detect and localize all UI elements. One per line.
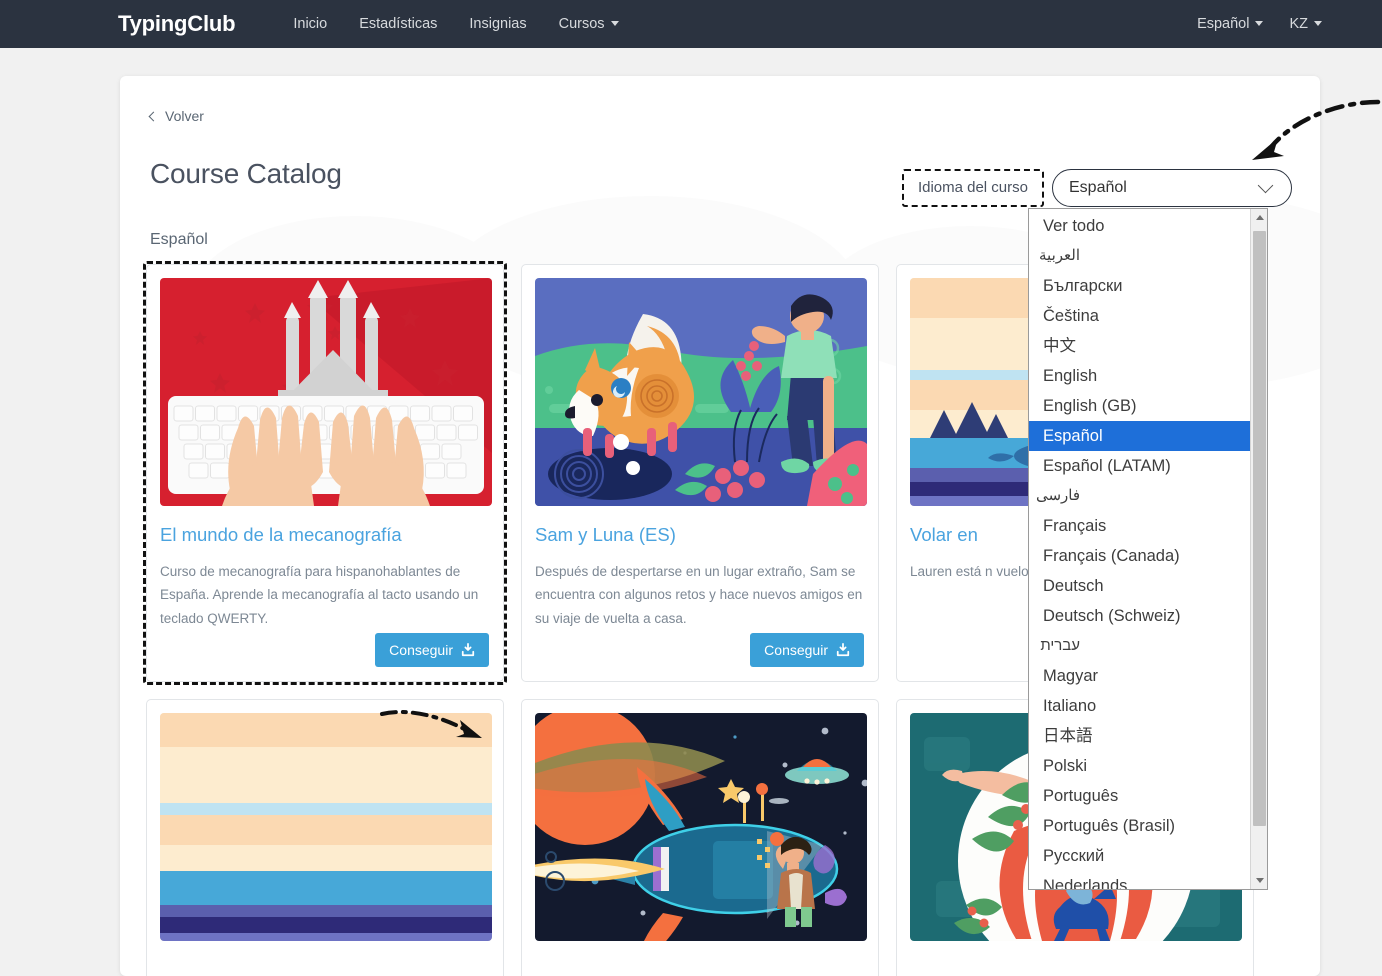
course-language-filter: Idioma del curso Español (901, 169, 1292, 207)
nav-user-menu[interactable]: KZ (1289, 16, 1322, 32)
scroll-down-arrow-icon[interactable] (1251, 872, 1267, 889)
filter-label: Idioma del curso (917, 179, 1028, 196)
course-card[interactable]: Sam y Luna (ES) Después de despertarse en… (521, 264, 879, 682)
nav-user-label: KZ (1289, 16, 1308, 32)
chevron-left-icon (148, 111, 159, 121)
language-option[interactable]: العربية (1029, 241, 1250, 271)
language-option[interactable]: English (GB) (1029, 391, 1250, 421)
course-action-row: Conseguir (750, 633, 864, 667)
language-option[interactable]: Italiano (1029, 691, 1250, 721)
section-heading: Español (150, 231, 208, 248)
language-dropdown-list[interactable]: Ver todo العربية Български Čeština 中文 English… (1028, 208, 1268, 890)
language-option[interactable]: Български (1029, 271, 1250, 301)
download-icon (461, 643, 475, 657)
triangle-down-glyph (1255, 878, 1264, 883)
language-option[interactable]: Português (1029, 781, 1250, 811)
course-description: Después de despertarse en un lugar extra… (535, 564, 863, 626)
language-select-value: Español (1069, 179, 1127, 196)
nav-language-switcher[interactable]: Español (1197, 16, 1264, 32)
get-course-button[interactable]: Conseguir (375, 633, 489, 667)
language-option[interactable]: Polski (1029, 751, 1250, 781)
language-option[interactable]: עברית (1029, 631, 1250, 661)
language-select[interactable]: Español (1052, 169, 1292, 207)
language-option[interactable]: 中文 (1029, 331, 1250, 361)
scrollbar-thumb[interactable] (1253, 231, 1266, 826)
nav-item-estadisticas[interactable]: Estadísticas (343, 16, 453, 32)
language-option[interactable]: English (1029, 361, 1250, 391)
primary-nav: Inicio Estadísticas Insignias Cursos (277, 16, 634, 32)
language-option[interactable]: Deutsch (1029, 571, 1250, 601)
caret-down-icon (610, 20, 619, 26)
course-card[interactable] (146, 699, 504, 976)
language-option[interactable]: Ver todo (1029, 211, 1250, 241)
course-artwork (160, 713, 492, 941)
get-course-button[interactable]: Conseguir (750, 633, 864, 667)
filter-label-annotation-box: Idioma del curso (901, 169, 1044, 207)
language-option-list: Ver todo العربية Български Čeština 中文 English… (1029, 209, 1250, 889)
download-icon (836, 643, 850, 657)
get-course-label: Conseguir (764, 642, 828, 658)
language-option[interactable]: Português (Brasil) (1029, 811, 1250, 841)
page-title: Course Catalog (150, 158, 342, 189)
language-option[interactable]: Français (Canada) (1029, 541, 1250, 571)
chevron-down-icon (1257, 177, 1274, 194)
get-course-label: Conseguir (389, 642, 453, 658)
secondary-nav: Español KZ (1197, 16, 1322, 32)
dropdown-scrollbar[interactable] (1250, 209, 1267, 889)
caret-down-icon (1314, 20, 1322, 26)
nav-item-inicio-label: Inicio (293, 16, 328, 32)
back-link-label: Volver (165, 108, 204, 124)
language-option[interactable]: Deutsch (Schweiz) (1029, 601, 1250, 631)
nav-item-insignias[interactable]: Insignias (453, 16, 542, 32)
scroll-up-arrow-icon[interactable] (1251, 209, 1267, 226)
top-navigation-bar: TypingClub Inicio Estadísticas Insignias… (0, 0, 1382, 48)
language-option[interactable]: Español (LATAM) (1029, 451, 1250, 481)
nav-item-cursos-label: Cursos (558, 16, 605, 32)
nav-language-label: Español (1197, 16, 1250, 32)
course-artwork (160, 278, 492, 506)
triangle-up-glyph (1255, 215, 1264, 220)
language-option[interactable]: Español (1029, 421, 1250, 451)
nav-item-estadisticas-label: Estadísticas (359, 16, 438, 32)
caret-down-icon (1255, 20, 1264, 26)
nav-item-cursos[interactable]: Cursos (543, 16, 635, 32)
course-description: Curso de mecanografía para hispanohablan… (160, 564, 479, 626)
course-artwork (535, 713, 867, 941)
language-option[interactable]: Français (1029, 511, 1250, 541)
nav-item-inicio[interactable]: Inicio (277, 16, 343, 32)
language-option[interactable]: Čeština (1029, 301, 1250, 331)
language-option[interactable]: Nederlands (1029, 871, 1250, 889)
course-action-row: Conseguir (375, 633, 489, 667)
course-card[interactable]: El mundo de la mecanografía Curso de meca… (143, 261, 507, 685)
brand-logo[interactable]: TypingClub (118, 11, 236, 37)
course-title[interactable]: El mundo de la mecanografía (160, 524, 490, 546)
nav-item-insignias-label: Insignias (469, 16, 527, 32)
language-option[interactable]: 日本語 (1029, 721, 1250, 751)
back-link[interactable]: Volver (148, 108, 204, 124)
language-option[interactable]: فارسی (1029, 481, 1250, 511)
language-option[interactable]: Magyar (1029, 661, 1250, 691)
course-card[interactable] (521, 699, 879, 976)
course-artwork (535, 278, 867, 506)
course-title[interactable]: Sam y Luna (ES) (535, 524, 865, 546)
language-option[interactable]: Русский (1029, 841, 1250, 871)
